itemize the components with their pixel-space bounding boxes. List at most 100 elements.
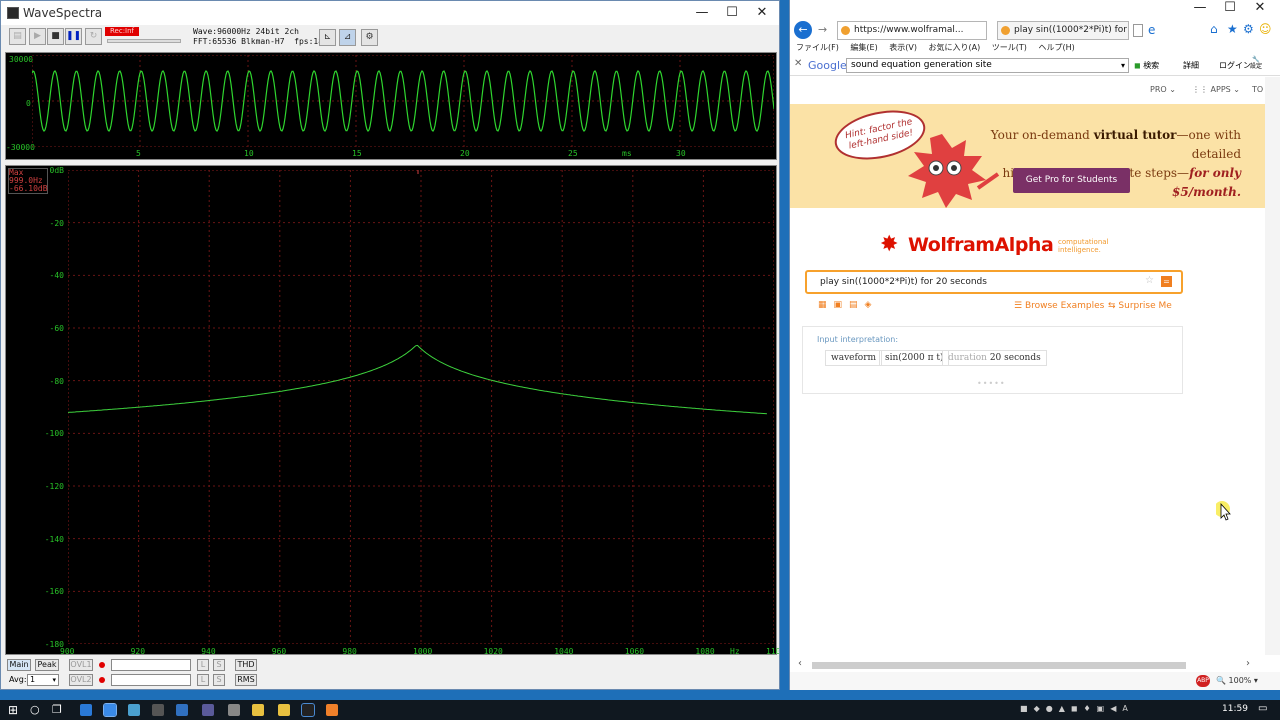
browser-titlebar[interactable]: — ☐ ✕ (790, 0, 1280, 20)
menu-favorites[interactable]: お気に入り(A) (929, 43, 981, 52)
details-button[interactable]: 詳細 (1183, 60, 1199, 71)
settings-icon[interactable]: ⚙ (361, 29, 378, 46)
input-mode-icons[interactable]: ▦▣▤◈ (818, 300, 878, 310)
minimize-icon[interactable]: — (687, 1, 717, 25)
browse-examples-link[interactable]: ☰ Browse Examples (1014, 301, 1104, 311)
vertical-scrollbar[interactable] (1265, 77, 1280, 655)
peak-button[interactable]: Peak (35, 659, 59, 671)
compute-icon[interactable]: = (1161, 276, 1172, 287)
google-search-input[interactable]: sound equation generation site ▾ (846, 58, 1129, 73)
position-slider[interactable] (107, 39, 181, 43)
ovl1-button[interactable]: OVL1 (69, 659, 93, 671)
surprise-me-link[interactable]: ⇆ Surprise Me (1108, 301, 1172, 311)
maximize-icon[interactable]: ☐ (1215, 0, 1245, 18)
tray-icon[interactable]: ♦ (1084, 704, 1091, 716)
maximize-icon[interactable]: ☐ (717, 1, 747, 25)
task-view-icon[interactable]: ❐ (52, 703, 62, 716)
pause-button[interactable]: ❚❚ (65, 28, 82, 45)
wavespectra-taskbar-icon[interactable] (301, 703, 315, 717)
folder-taskbar-icon[interactable] (278, 704, 290, 716)
menu-help[interactable]: ヘルプ(H) (1038, 43, 1074, 52)
forward-icon[interactable]: → (818, 23, 827, 36)
rms-button[interactable]: RMS (235, 674, 257, 686)
tray-icon[interactable]: ▲ (1059, 704, 1065, 716)
clock[interactable]: 11:59 (1222, 704, 1248, 714)
tray-icon[interactable]: ◆ (1034, 704, 1040, 716)
wavespectra-titlebar[interactable]: WaveSpectra — ☐ ✕ (1, 1, 779, 25)
ovl2-load-button[interactable]: L (197, 674, 209, 686)
scroll-thumb[interactable] (812, 662, 1186, 669)
close-icon[interactable]: ✕ (1245, 0, 1275, 18)
search-icon[interactable]: ○ (30, 703, 40, 716)
minimize-icon[interactable]: — (1185, 0, 1215, 18)
ovl2-record-icon[interactable] (99, 677, 105, 683)
ime-icon[interactable]: A (1122, 704, 1127, 716)
edge-icon[interactable]: e (1148, 23, 1155, 37)
close-toolbar-icon[interactable]: ✕ (794, 58, 802, 69)
address-tab[interactable]: https://www.wolframal... (837, 21, 987, 40)
pro-promo-banner[interactable]: Hint: factor the left-hand side! Your on… (790, 102, 1265, 208)
smiley-icon[interactable]: ☺ (1259, 22, 1272, 36)
thd-button[interactable]: THD (235, 659, 257, 671)
mail-taskbar-icon[interactable] (176, 704, 188, 716)
folder-taskbar-icon[interactable] (252, 704, 264, 716)
google-search-button[interactable]: ◼ 検索 (1134, 60, 1159, 71)
system-tray[interactable]: ■ ◆ ● ▲ ◼ ♦ ▣ ◀ A (1020, 704, 1200, 716)
ovl2-save-button[interactable]: S (213, 674, 225, 686)
ovl2-field[interactable] (111, 674, 191, 686)
horizontal-scrollbar[interactable]: ‹ › (798, 658, 1253, 672)
ovl1-save-button[interactable]: S (213, 659, 225, 671)
app-taskbar-icon[interactable] (128, 704, 140, 716)
windows-start-icon[interactable]: ⊞ (8, 703, 18, 717)
stop-button[interactable]: ■ (47, 28, 64, 45)
login-button[interactable]: ログイン (1219, 60, 1251, 71)
nav-tour[interactable]: TO (1252, 85, 1263, 94)
spectrum-view-button[interactable]: ⊿ (339, 29, 356, 46)
menu-view[interactable]: 表示(V) (889, 43, 917, 52)
close-icon[interactable]: ✕ (747, 1, 777, 25)
tray-icon[interactable]: ◼ (1071, 704, 1078, 716)
tray-icon[interactable]: ● (1046, 704, 1053, 716)
wolfram-taskbar-icon[interactable] (326, 704, 338, 716)
gear-icon[interactable]: ⚙ (1243, 22, 1254, 36)
nav-apps[interactable]: ⋮⋮ APPS ⌄ (1192, 85, 1240, 94)
avg-select[interactable]: 1 ▾ (27, 674, 59, 686)
edge-taskbar-icon[interactable] (80, 704, 92, 716)
favorites-star-icon[interactable]: ★ (1227, 22, 1238, 36)
loop-button[interactable]: ↻ (85, 28, 102, 45)
main-button[interactable]: Main (7, 659, 31, 671)
spectrum-analyzer[interactable]: Max 999.0Hz -66.10dB 0dB -20 -40 -60 -80 -100… (5, 165, 779, 656)
favorite-star-icon[interactable]: ☆ (1145, 275, 1154, 286)
waveform-scope[interactable]: 30000 0 -30000 5 10 15 20 25 ms 30 (5, 52, 777, 160)
new-tab-icon[interactable] (1133, 24, 1143, 37)
wolfram-query-input[interactable]: play sin((1000*2*Pi)t) for 20 seconds ☆ … (805, 270, 1183, 294)
open-file-button[interactable]: ▤ (9, 28, 26, 45)
scroll-left-icon[interactable]: ‹ (798, 658, 802, 669)
adblock-icon[interactable]: ABP (1196, 675, 1210, 687)
network-icon[interactable]: ▣ (1097, 704, 1105, 716)
scroll-right-icon[interactable]: › (1246, 658, 1250, 669)
notifications-icon[interactable]: ▭ (1258, 703, 1267, 714)
home-icon[interactable]: ⌂ (1210, 22, 1218, 36)
ovl2-button[interactable]: OVL2 (69, 674, 93, 686)
back-icon[interactable]: ← (794, 21, 812, 39)
ovl1-field[interactable] (111, 659, 191, 671)
wolframalpha-logo[interactable]: ✸ WolframAlpha computational intelligence… (880, 232, 1120, 262)
tray-icon[interactable]: ■ (1020, 704, 1028, 716)
settings-taskbar-icon[interactable] (152, 704, 164, 716)
zoom-level[interactable]: 🔍 100% ▾ (1216, 676, 1258, 685)
play-button[interactable]: ▶ (29, 28, 46, 45)
ovl1-load-button[interactable]: L (197, 659, 209, 671)
tab-wolfram-query[interactable]: play sin((1000*2*Pi)t) for 20 ... (997, 21, 1129, 40)
document-taskbar-icon[interactable] (228, 704, 240, 716)
app-taskbar-icon[interactable] (202, 704, 214, 716)
toolbar-settings-button[interactable]: 🔧 設定 (1250, 56, 1262, 70)
menu-file[interactable]: ファイル(F) (796, 43, 839, 52)
menu-tools[interactable]: ツール(T) (992, 43, 1027, 52)
nav-pro[interactable]: PRO ⌄ (1150, 85, 1176, 94)
scope-view-button[interactable]: ⊾ (319, 29, 336, 46)
ie-taskbar-icon[interactable] (103, 703, 117, 717)
ovl1-record-icon[interactable] (99, 662, 105, 668)
menu-edit[interactable]: 編集(E) (850, 43, 877, 52)
get-pro-button[interactable]: Get Pro for Students (1013, 168, 1130, 193)
